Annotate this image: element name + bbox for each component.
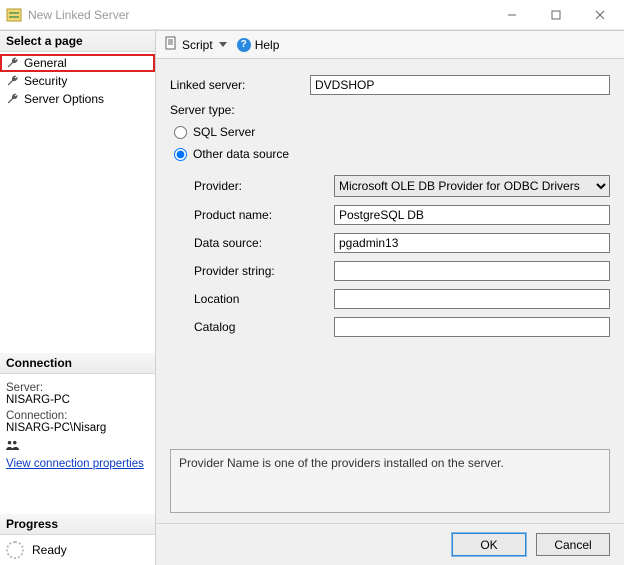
connection-header: Connection xyxy=(0,353,155,374)
progress-block: Ready xyxy=(0,535,155,565)
linked-server-input[interactable] xyxy=(310,75,610,95)
page-label: Security xyxy=(24,74,67,88)
close-button[interactable] xyxy=(578,1,622,29)
server-type-label: Server type: xyxy=(170,103,310,117)
progress-status: Ready xyxy=(32,543,67,557)
hint-text: Provider Name is one of the providers in… xyxy=(179,456,504,470)
provider-string-label: Provider string: xyxy=(194,264,334,278)
data-source-input[interactable] xyxy=(334,233,610,253)
connection-block: Server: NISARG-PC Connection: NISARG-PC\… xyxy=(0,374,155,478)
toolbar: Script ? Help xyxy=(156,31,624,59)
catalog-input[interactable] xyxy=(334,317,610,337)
form-area: Linked server: Server type: SQL Server O… xyxy=(156,59,624,523)
other-source-block: Provider: Microsoft OLE DB Provider for … xyxy=(194,175,610,345)
script-label: Script xyxy=(182,38,213,52)
connection-label: Connection: xyxy=(6,410,149,422)
ok-button[interactable]: OK xyxy=(452,533,526,556)
left-panel: Select a page General Security Server Op… xyxy=(0,31,156,565)
location-input[interactable] xyxy=(334,289,610,309)
connection-value: NISARG-PC\Nisarg xyxy=(6,422,149,434)
progress-spinner-icon xyxy=(6,541,24,559)
view-connection-properties-link[interactable]: View connection properties xyxy=(6,458,144,470)
product-name-label: Product name: xyxy=(194,208,334,222)
page-label: Server Options xyxy=(24,92,104,106)
script-icon xyxy=(164,36,178,53)
provider-label: Provider: xyxy=(194,179,334,193)
title-bar: New Linked Server xyxy=(0,0,624,30)
script-button[interactable]: Script xyxy=(164,36,227,53)
wrench-icon xyxy=(6,56,20,70)
page-list: General Security Server Options xyxy=(0,52,155,110)
minimize-button[interactable] xyxy=(490,1,534,29)
help-label: Help xyxy=(255,38,280,52)
linked-server-label: Linked server: xyxy=(170,78,310,92)
provider-select[interactable]: Microsoft OLE DB Provider for ODBC Drive… xyxy=(334,175,610,197)
data-source-label: Data source: xyxy=(194,236,334,250)
progress-header: Progress xyxy=(0,514,155,535)
server-label: Server: xyxy=(6,382,149,394)
radio-other-data-source[interactable] xyxy=(174,148,187,161)
app-icon xyxy=(6,7,22,23)
server-value: NISARG-PC xyxy=(6,394,149,406)
chevron-down-icon[interactable] xyxy=(219,42,227,47)
page-label: General xyxy=(24,56,67,70)
cancel-button[interactable]: Cancel xyxy=(536,533,610,556)
page-security[interactable]: Security xyxy=(0,72,155,90)
radio-other-label: Other data source xyxy=(193,147,289,161)
maximize-button[interactable] xyxy=(534,1,578,29)
page-general[interactable]: General xyxy=(0,54,155,72)
radio-sql-label: SQL Server xyxy=(193,125,255,139)
catalog-label: Catalog xyxy=(194,320,334,334)
help-button[interactable]: ? Help xyxy=(237,38,280,52)
location-label: Location xyxy=(194,292,334,306)
radio-sql-server[interactable] xyxy=(174,126,187,139)
provider-string-input[interactable] xyxy=(334,261,610,281)
button-bar: OK Cancel xyxy=(156,523,624,565)
right-panel: Script ? Help Linked server: Server type… xyxy=(156,31,624,565)
window-title: New Linked Server xyxy=(28,8,490,22)
hint-box: Provider Name is one of the providers in… xyxy=(170,449,610,513)
page-server-options[interactable]: Server Options xyxy=(0,90,155,108)
select-page-header: Select a page xyxy=(0,31,155,52)
people-icon xyxy=(6,440,20,452)
product-name-input[interactable] xyxy=(334,205,610,225)
help-icon: ? xyxy=(237,38,251,52)
wrench-icon xyxy=(6,92,20,106)
wrench-icon xyxy=(6,74,20,88)
